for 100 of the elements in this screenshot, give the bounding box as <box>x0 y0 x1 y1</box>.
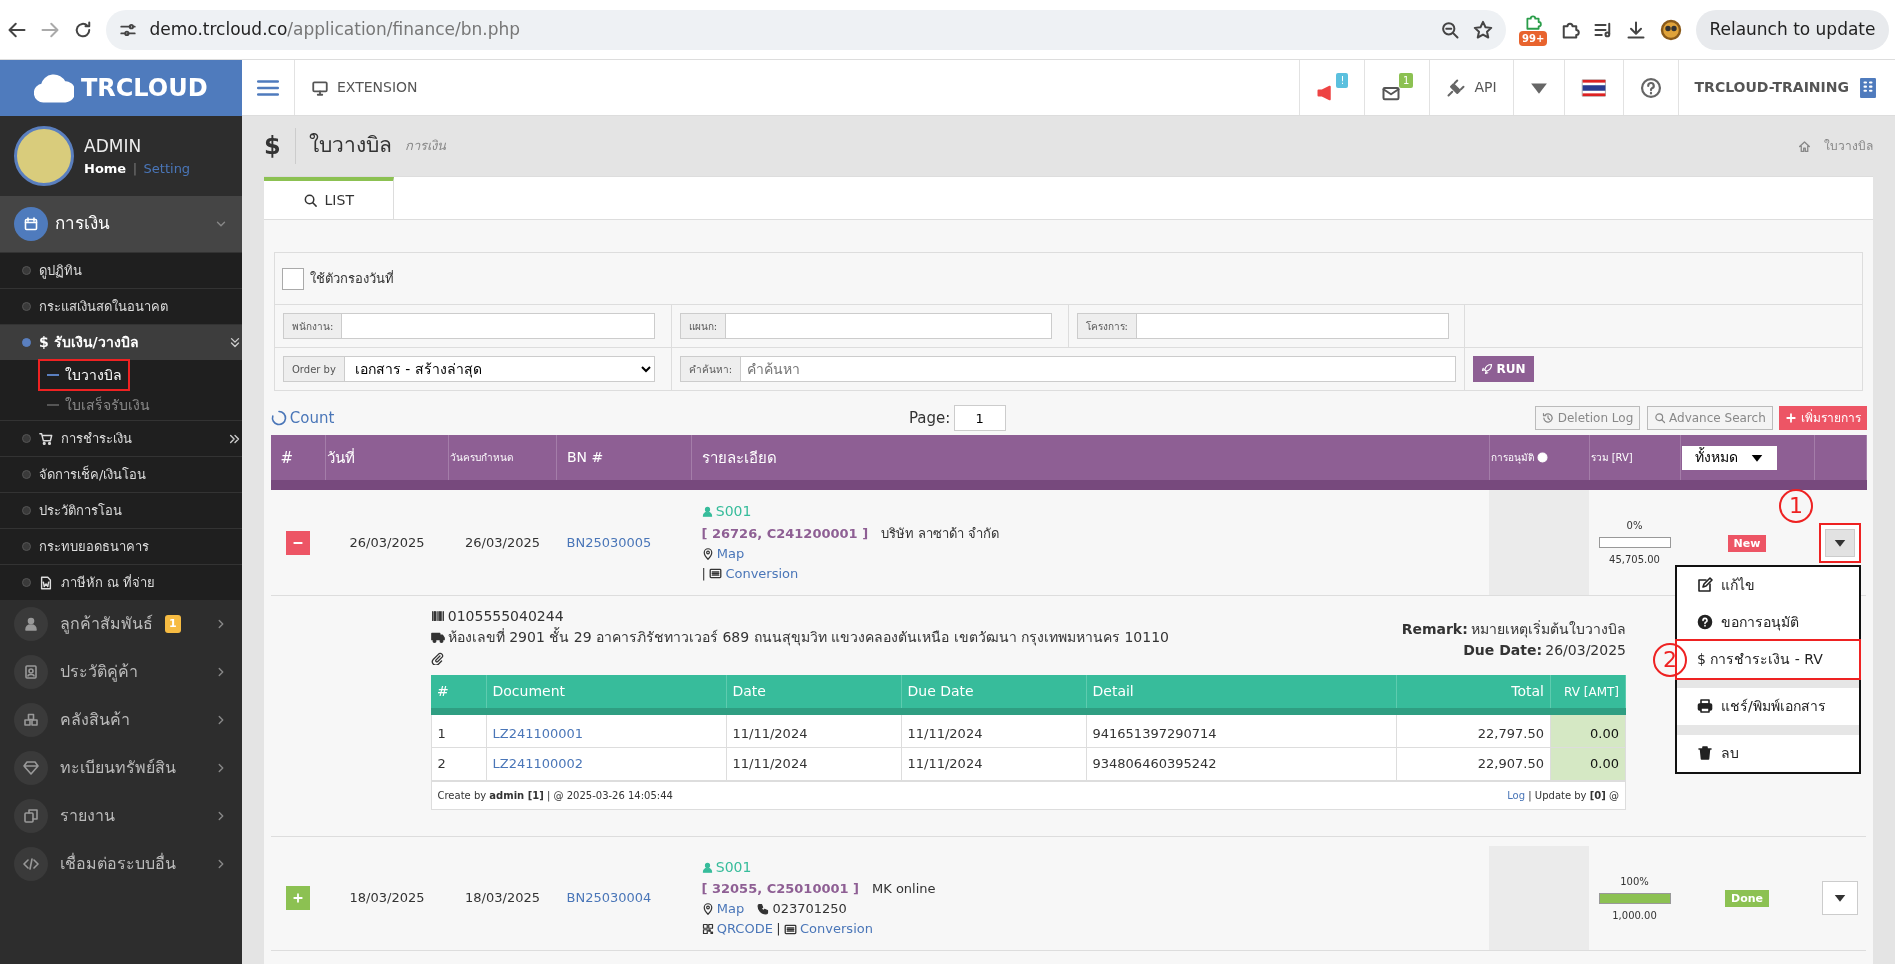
phone-icon <box>757 903 770 916</box>
home-link[interactable]: Home <box>84 159 127 179</box>
map-pin-icon <box>701 903 714 916</box>
people-icon <box>23 616 39 632</box>
search-icon <box>1653 412 1666 424</box>
sidebar-section[interactable]: คลังสินค้า <box>0 696 242 744</box>
separator: | <box>776 920 781 939</box>
qrcode-link[interactable]: QRCODE <box>701 919 773 940</box>
notification-badge: 1 <box>1399 72 1414 88</box>
user-name: ADMIN <box>84 134 143 158</box>
sidebar-item[interactable]: ประวัติการโอน <box>0 492 242 528</box>
conversion-link[interactable]: Conversion <box>709 563 799 584</box>
page-field[interactable]: 1 <box>953 405 1006 431</box>
menu-item[interactable]: ลบ <box>1677 734 1859 772</box>
menu-item[interactable]: ขอการอนุมัติ <box>1677 603 1859 641</box>
extension-icon <box>1524 13 1543 31</box>
list-icon <box>783 922 797 936</box>
menu-item[interactable]: แก้ไข <box>1677 566 1859 604</box>
address-bar[interactable]: demo.trcloud.co/application/finance/bn.php <box>105 9 1507 50</box>
item-label: ภาษีหัก ณ ที่จ่าย <box>61 573 157 592</box>
qr-code-icon <box>701 923 714 936</box>
url-text: demo.trcloud.co/application/finance/bn.php <box>149 17 521 41</box>
status-badge: New <box>1727 534 1767 552</box>
tax-id: 0105555040244 <box>430 605 1402 627</box>
bn-link[interactable]: BN25030005 <box>566 534 652 550</box>
sidebar-section[interactable]: ทะเบียนทรัพย์สิน <box>0 744 242 792</box>
zoom-icon <box>1440 19 1461 40</box>
sidebar-item[interactable]: $ รับเงิน/วางบิล <box>0 324 242 360</box>
row-menu-toggle[interactable] <box>1822 881 1858 915</box>
map-link[interactable]: Map <box>701 543 745 564</box>
count-link[interactable]: Count <box>270 406 909 430</box>
sidebar-item[interactable]: กระทบยอดธนาคาร <box>0 528 242 564</box>
list-tab[interactable]: LIST <box>264 177 394 219</box>
company-menu[interactable]: TRCLOUD-TRAINING <box>1677 60 1895 115</box>
sidebar-subitem[interactable]: ใบวางบิล <box>40 361 128 389</box>
separator: | <box>132 160 138 178</box>
date-cell: 26/03/2025 <box>325 485 449 596</box>
extension-menu[interactable]: EXTENSION <box>294 60 434 115</box>
column-header: Detail <box>1092 683 1134 699</box>
item-label: กระทบยอดธนาคาร <box>39 537 150 556</box>
sidebar-subitem[interactable]: ใบเสร็จรับเงิน <box>40 391 156 419</box>
annotation-marker: 1 <box>1779 488 1813 523</box>
relaunch-button[interactable]: Relaunch to update <box>1696 9 1889 50</box>
section-label: คลังสินค้า <box>60 709 130 731</box>
calendar-icon <box>23 216 39 232</box>
sidebar-item[interactable]: ภาษีหัก ณ ที่จ่าย <box>0 564 242 600</box>
table-cell: 1 <box>437 725 446 741</box>
expand-button[interactable] <box>286 886 310 910</box>
extension-badge: 99+ <box>1519 31 1548 46</box>
spinner-icon <box>270 410 287 426</box>
filter-field[interactable] <box>726 313 1052 339</box>
sidebar-item[interactable]: ดูปฏิทิน <box>0 252 242 288</box>
checkbox-label: ใช้ตัวกรองวันที่ <box>310 269 394 288</box>
collapse-button[interactable] <box>286 530 310 555</box>
section-label: รายงาน <box>60 805 115 827</box>
date-filter-checkbox[interactable] <box>281 267 304 290</box>
created-info: Create by admin [1] | @ 2025-03-26 14:05:44 <box>437 788 674 803</box>
rocket-icon <box>1481 363 1494 375</box>
trash-icon <box>1697 745 1713 761</box>
conversion-link[interactable]: Conversion <box>783 919 873 940</box>
sidebar-section[interactable]: เชื่อมต่อระบบอื่น <box>0 840 242 888</box>
diamond-icon <box>23 760 39 776</box>
customer-name: MK online <box>872 880 936 899</box>
menu-item[interactable]: แชร์/พิมพ์เอกสาร <box>1677 687 1859 725</box>
search-field[interactable]: คำค้นหา <box>741 356 1457 382</box>
run-button[interactable]: RUN <box>1473 356 1534 382</box>
section-label: ประวัติคู่ค้า <box>60 661 138 684</box>
status-filter-select[interactable]: ทั้งหมด <box>1681 445 1777 470</box>
item-label: การชำระเงิน <box>61 429 133 448</box>
due-date-value: 26/03/2025 <box>1545 640 1626 660</box>
order-by-select[interactable]: เอกสาร - สร้างล่าสุด <box>344 356 656 382</box>
filter-field[interactable] <box>342 313 656 339</box>
log-link[interactable]: Log <box>1507 787 1526 803</box>
search-icon <box>303 192 319 208</box>
sidebar-item[interactable]: การชำระเงิน <box>0 420 242 456</box>
profile-icon <box>1659 17 1684 42</box>
tree-node-dot <box>22 542 31 551</box>
column-header: # <box>437 683 449 699</box>
map-link[interactable]: Map <box>701 899 745 920</box>
document-link[interactable]: LZ241100002 <box>492 755 584 771</box>
barcode-icon <box>430 609 445 624</box>
column-header: Date <box>732 683 766 699</box>
code-icon <box>23 856 39 872</box>
table-cell: 11/11/2024 <box>907 755 983 771</box>
row-menu-toggle[interactable] <box>1819 522 1861 563</box>
list-icon <box>709 567 723 581</box>
section-label: การเงิน <box>54 212 111 236</box>
api-menu[interactable]: API <box>1429 60 1513 115</box>
document-link[interactable]: LZ241100001 <box>492 725 584 741</box>
sidebar-section[interactable]: รายงาน <box>0 792 242 840</box>
column-header: RV [AMT] <box>1564 684 1619 699</box>
sidebar-item[interactable]: จัดการเช็ค/เงินโอน <box>0 456 242 492</box>
customer-codes: [ 26726, C241200001 ] <box>701 524 869 543</box>
sidebar-section[interactable]: การเงิน <box>0 196 242 252</box>
page-title: ใบวางบิล <box>308 132 392 160</box>
sidebar-section[interactable]: ลูกค้าสัมพันธ์ 1 <box>0 600 242 648</box>
filter-field[interactable] <box>1136 313 1449 339</box>
bn-link[interactable]: BN25030004 <box>566 890 652 906</box>
caret-icon <box>1834 892 1846 904</box>
sidebar-section[interactable]: ประวัติคู่ค้า <box>0 648 242 696</box>
